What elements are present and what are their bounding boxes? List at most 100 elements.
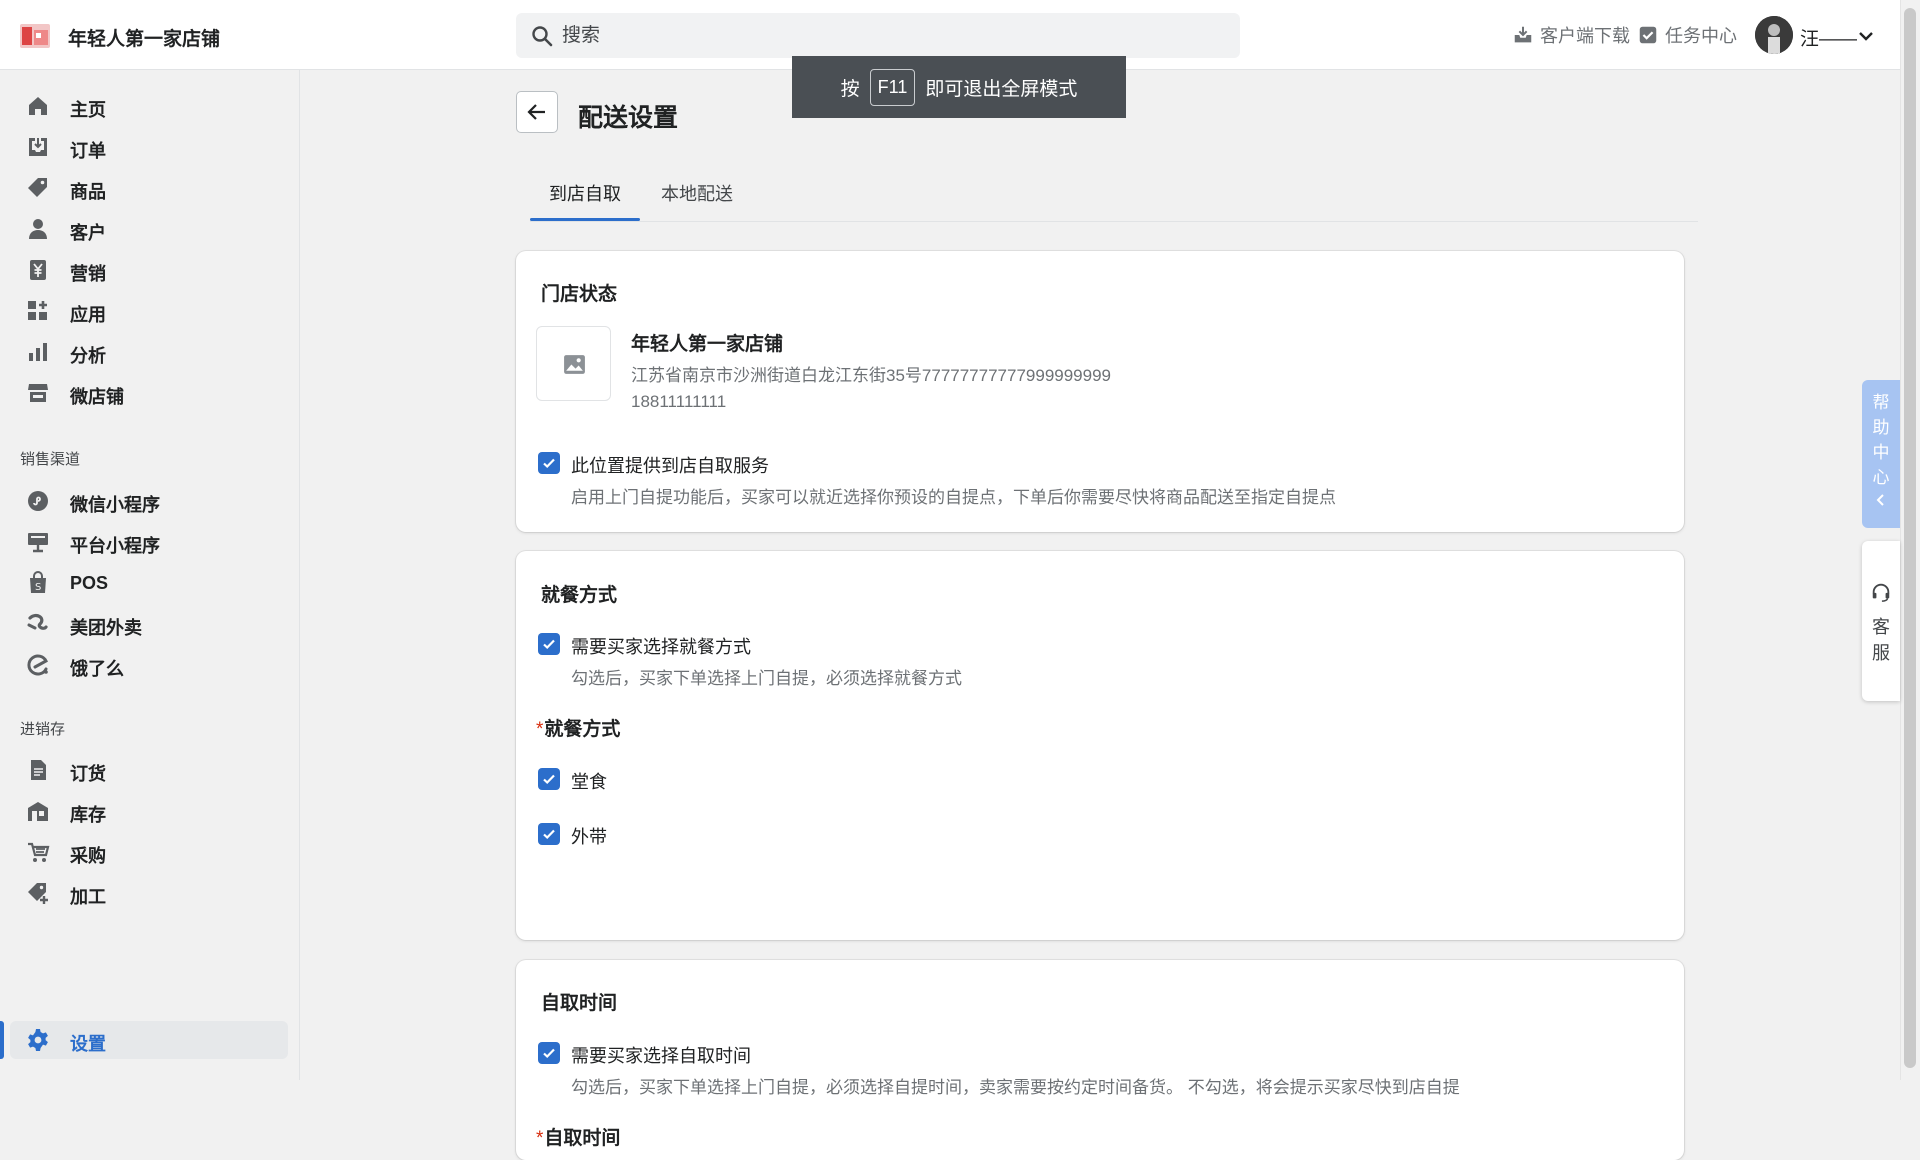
service-char: 服 [1872, 643, 1890, 663]
dining-method-card: 就餐方式 需要买家选择就餐方式 勾选后，买家下单选择上门自提，必须选择就餐方式 … [516, 551, 1684, 940]
sidebar-item-purchase[interactable]: 采购 [10, 833, 288, 871]
store-name-detail: 年轻人第一家店铺 [631, 334, 784, 355]
toast-prefix: 按 [840, 78, 860, 100]
person-icon [29, 219, 47, 239]
sidebar: 主页 订单 商品 客户 营销 应用 分析 微店铺 销售渠道 微信小程序 平台小程… [0, 70, 300, 1080]
user-avatar-icon [1755, 16, 1793, 54]
require-pickup-time-checkbox[interactable] [538, 1042, 560, 1064]
help-center-char: 中 [1872, 443, 1890, 462]
help-center-tab[interactable]: 帮 助 中 心 [1862, 380, 1900, 528]
wechat-mini-icon [28, 491, 48, 511]
sales-channels-heading: 销售渠道 [20, 451, 81, 468]
store-image-placeholder[interactable] [536, 326, 611, 401]
sidebar-item-label: 主页 [70, 100, 106, 120]
sidebar-item-restock[interactable]: 订货 [10, 751, 288, 789]
headset-icon [1872, 583, 1890, 602]
pickup-time-label: *自取时间 [536, 1128, 621, 1149]
sidebar-item-processing[interactable]: 加工 [10, 874, 288, 912]
sidebar-item-microstore[interactable]: 微店铺 [10, 374, 288, 412]
pickup-time-card: 自取时间 需要买家选择自取时间 勾选后，买家下单选择上门自提，必须选择自提时间，… [516, 960, 1684, 1160]
client-download-label: 客户端下载 [1540, 26, 1630, 46]
tabs: 到店自取 本地配送 [530, 178, 1698, 222]
bar-chart-icon [29, 343, 47, 361]
sidebar-item-platform-mini[interactable]: 平台小程序 [10, 523, 288, 561]
dine-in-label[interactable]: 堂食 [571, 768, 607, 794]
user-name[interactable]: 汪—— [1800, 24, 1857, 51]
sidebar-item-products[interactable]: 商品 [10, 169, 288, 207]
require-pickup-time-help: 勾选后，买家下单选择上门自提，必须选择自提时间，卖家需要按约定时间备货。 不勾选… [571, 1078, 1460, 1097]
customer-service-tab[interactable]: 客 服 [1862, 541, 1900, 701]
purchase-cart-icon [28, 842, 50, 862]
avatar[interactable] [1755, 16, 1793, 54]
sidebar-item-marketing[interactable]: 营销 [10, 251, 288, 289]
platform-mini-icon [28, 533, 48, 553]
sidebar-item-orders[interactable]: 订单 [10, 128, 288, 166]
sidebar-item-home[interactable]: 主页 [10, 87, 288, 125]
tab-pickup[interactable]: 到店自取 [530, 178, 640, 221]
sidebar-item-analytics[interactable]: 分析 [10, 333, 288, 371]
service-char: 客 [1872, 617, 1890, 637]
scrollbar-thumb[interactable] [1904, 8, 1916, 1068]
checkmark-icon [543, 829, 555, 840]
meituan-icon [27, 613, 48, 630]
sidebar-item-label: 平台小程序 [70, 536, 160, 556]
sidebar-item-label: 订货 [70, 764, 106, 784]
sidebar-item-label: 设置 [70, 1034, 106, 1054]
download-icon [1514, 26, 1532, 43]
checkmark-icon [543, 1048, 555, 1059]
task-center-link[interactable]: 任务中心 [1637, 22, 1737, 48]
search-input[interactable] [562, 21, 1212, 51]
sidebar-item-apps[interactable]: 应用 [10, 292, 288, 330]
sidebar-item-label: POS [70, 573, 109, 593]
inventory-heading: 进销存 [20, 721, 66, 738]
arrow-left-icon [527, 104, 545, 120]
checkmark-icon [543, 458, 555, 469]
sidebar-item-label: 加工 [70, 887, 106, 907]
storefront-icon [28, 384, 48, 402]
tab-local-delivery[interactable]: 本地配送 [642, 178, 752, 221]
search-bar[interactable] [516, 13, 1240, 58]
require-dining-label[interactable]: 需要买家选择就餐方式 [571, 633, 751, 659]
sidebar-item-label: 微店铺 [70, 387, 124, 407]
sidebar-item-eleme[interactable]: 饿了么 [10, 646, 288, 684]
page-scrollbar[interactable] [1900, 0, 1920, 1080]
order-inbox-icon [29, 138, 47, 156]
store-name[interactable]: 年轻人第一家店铺 [68, 24, 220, 51]
store-address: 江苏省南京市沙洲街道白龙江东街35号77777777777999999999 [631, 366, 1112, 385]
store-logo-icon[interactable] [20, 24, 50, 48]
sidebar-item-stock[interactable]: 库存 [10, 792, 288, 830]
takeaway-label[interactable]: 外带 [571, 823, 607, 849]
sidebar-item-label: 客户 [70, 223, 106, 243]
sidebar-item-settings[interactable]: 设置 [0, 1021, 288, 1059]
document-icon [31, 760, 46, 780]
back-button[interactable] [516, 91, 558, 133]
require-dining-checkbox[interactable] [538, 633, 560, 655]
store-phone: 18811111111 [631, 392, 727, 411]
client-download-link[interactable]: 客户端下载 [1512, 22, 1630, 48]
chevron-down-icon[interactable] [1857, 27, 1875, 45]
store-status-title: 门店状态 [541, 284, 618, 305]
require-pickup-time-label[interactable]: 需要买家选择自取时间 [571, 1042, 751, 1068]
page-title: 配送设置 [578, 104, 679, 132]
image-icon [564, 355, 585, 374]
sidebar-item-pos[interactable]: S POS [10, 564, 288, 602]
takeaway-checkbox[interactable] [538, 823, 560, 845]
pickup-service-checkbox[interactable] [538, 452, 560, 474]
sidebar-item-meituan[interactable]: 美团外卖 [10, 605, 288, 643]
sidebar-item-customers[interactable]: 客户 [10, 210, 288, 248]
sidebar-item-label: 美团外卖 [70, 618, 142, 638]
sidebar-item-label: 饿了么 [70, 659, 124, 679]
chevron-left-icon [1876, 494, 1884, 506]
sidebar-item-wechat-mini[interactable]: 微信小程序 [10, 482, 288, 520]
toast-suffix: 即可退出全屏模式 [925, 78, 1078, 100]
dine-in-checkbox[interactable] [538, 768, 560, 790]
sidebar-item-label: 采购 [70, 846, 106, 866]
sidebar-item-label: 商品 [70, 182, 106, 202]
sidebar-item-label: 营销 [70, 264, 106, 284]
eleme-icon [27, 654, 48, 676]
pos-bag-icon: S [30, 571, 46, 593]
search-icon [532, 26, 553, 47]
pickup-service-label[interactable]: 此位置提供到店自取服务 [571, 452, 769, 478]
sidebar-item-label: 订单 [70, 141, 106, 161]
sidebar-item-label: 应用 [70, 305, 106, 325]
